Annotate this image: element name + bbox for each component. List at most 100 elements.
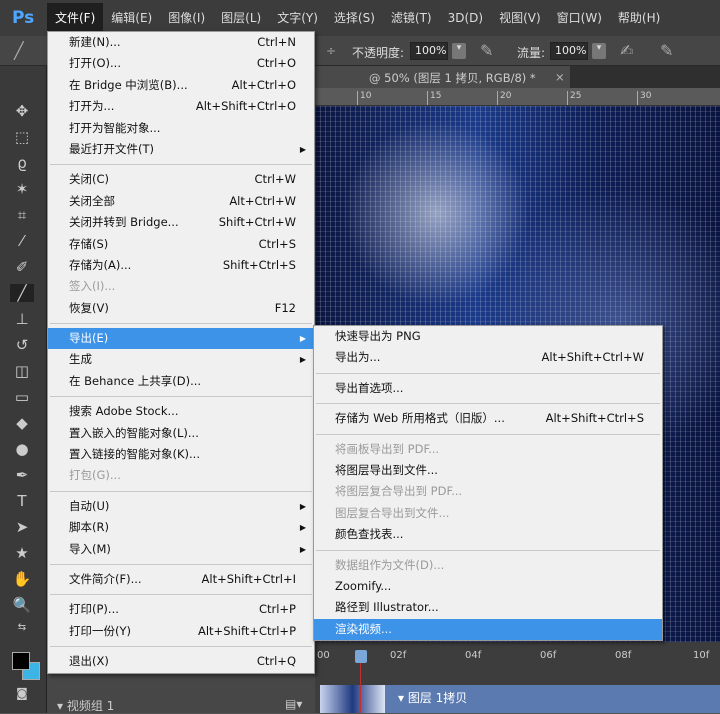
menu-9[interactable]: 窗口(W) (549, 3, 610, 33)
menu-item[interactable]: 存储为 Web 所用格式（旧版）... Alt+Shift+Ctrl+S (314, 408, 662, 429)
menu-separator (48, 319, 314, 328)
menu-item[interactable]: 路径到 Illustrator... (314, 597, 662, 618)
menu-item[interactable]: 打开为... Alt+Shift+Ctrl+O (48, 96, 314, 117)
menu-2[interactable]: 图像(I) (160, 3, 213, 33)
timeline-layers-panel: ▾ 视频组 1 ▤▾ (47, 672, 315, 713)
stamp-tool-icon[interactable]: ⊥ (10, 310, 34, 328)
menu-item: 将图层复合导出到 PDF... (314, 481, 662, 502)
menu-item[interactable]: 恢复(V) F12 (48, 298, 314, 319)
menu-7[interactable]: 3D(D) (440, 3, 491, 33)
airbrush-icon[interactable]: ✍ (620, 41, 633, 60)
pressure-size-icon[interactable]: ✎ (660, 41, 673, 60)
menu-item[interactable]: 退出(X) Ctrl+Q (48, 651, 314, 672)
crop-tool-icon[interactable]: ⌗ (10, 206, 34, 224)
menu-item-label: 将图层导出到文件... (335, 462, 438, 477)
marquee-tool-icon[interactable]: ⬚ (10, 128, 34, 146)
type-tool-icon[interactable]: T (10, 492, 34, 510)
close-icon[interactable]: × (555, 70, 565, 84)
menu-separator (314, 369, 662, 378)
menu-item[interactable]: 关闭并转到 Bridge... Shift+Ctrl+W (48, 212, 314, 233)
menu-6[interactable]: 滤镜(T) (383, 3, 440, 33)
menu-item[interactable]: 在 Bridge 中浏览(B)... Alt+Ctrl+O (48, 75, 314, 96)
menu-item[interactable]: 打印一份(Y) Alt+Shift+Ctrl+P (48, 621, 314, 642)
menu-item[interactable]: 搜索 Adobe Stock... (48, 401, 314, 422)
menu-item[interactable]: 生成 ▶ (48, 349, 314, 370)
pen-tool-icon[interactable]: ✒ (10, 466, 34, 484)
menu-item[interactable]: 导出为... Alt+Shift+Ctrl+W (314, 347, 662, 368)
playhead-handle[interactable] (355, 650, 367, 663)
dodge-tool-icon[interactable]: ● (10, 440, 34, 458)
menu-item[interactable]: 颜色查找表... (314, 524, 662, 545)
menu-item[interactable]: 置入链接的智能对象(K)... (48, 444, 314, 465)
brush-icon[interactable]: ╱ (14, 41, 24, 60)
opacity-input[interactable]: 100% (410, 42, 448, 60)
menu-item[interactable]: 导出(E) ▶ (48, 328, 314, 350)
path-select-icon[interactable]: ➤ (10, 518, 34, 536)
menu-item[interactable]: 脚本(R) ▶ (48, 517, 314, 538)
menu-0[interactable]: 文件(F) (47, 3, 104, 33)
healing-brush-icon[interactable]: ✐ (10, 258, 34, 276)
magic-wand-icon[interactable]: ✶ (10, 180, 34, 198)
menu-item-label: 关闭并转到 Bridge... (69, 215, 179, 230)
mode-stepper-icon[interactable]: ÷ (326, 44, 336, 58)
menu-item[interactable]: 文件简介(F)... Alt+Shift+Ctrl+I (48, 569, 314, 590)
menu-item[interactable]: 在 Behance 上共享(D)... (48, 371, 314, 392)
menu-5[interactable]: 选择(S) (326, 3, 383, 33)
pressure-opacity-icon[interactable]: ✎ (480, 41, 493, 60)
menu-item-label: 恢复(V) (69, 300, 109, 315)
menu-1[interactable]: 编辑(E) (103, 3, 160, 33)
swap-colors-icon[interactable]: ⇆ (10, 622, 34, 633)
video-group-label[interactable]: ▾ 视频组 1 (57, 697, 114, 714)
menu-item: 图层复合导出到文件... (314, 503, 662, 524)
history-brush-icon[interactable]: ↺ (10, 336, 34, 354)
menu-item[interactable]: 存储(S) Ctrl+S (48, 234, 314, 255)
foreground-color-swatch[interactable] (12, 652, 30, 670)
menu-3[interactable]: 图层(L) (213, 3, 269, 33)
shape-tool-icon[interactable]: ★ (10, 544, 34, 562)
menu-item[interactable]: 打开为智能对象... (48, 118, 314, 139)
lasso-tool-icon[interactable]: ϱ (10, 154, 34, 172)
eyedropper-icon[interactable]: ⁄ (10, 232, 34, 250)
menu-item[interactable]: 新建(N)... Ctrl+N (48, 32, 314, 53)
menu-item[interactable]: 渲染视频... (314, 618, 662, 641)
menu-item[interactable]: 快速导出为 PNG (314, 326, 662, 347)
menu-item[interactable]: 最近打开文件(T) ▶ (48, 139, 314, 160)
flow-dropdown-icon[interactable]: ▾ (592, 43, 606, 59)
hand-tool-icon[interactable]: ✋ (10, 570, 34, 588)
menu-item[interactable]: 将图层导出到文件... (314, 460, 662, 481)
menu-4[interactable]: 文字(Y) (269, 3, 326, 33)
menu-item-label: 导出(E) (69, 331, 109, 346)
menu-item[interactable]: 关闭(C) Ctrl+W (48, 169, 314, 190)
timeline-tick: 06f (540, 650, 557, 661)
menu-10[interactable]: 帮助(H) (610, 3, 668, 33)
tools-panel: ✥ ⬚ ϱ ✶ ⌗ ⁄ ✐ ╱ ⊥ ↺ ◫ ▭ ◆ ● ✒ T ➤ ★ ✋ 🔍 … (0, 66, 47, 713)
quick-mask-icon[interactable]: ◙ (10, 686, 34, 700)
blur-tool-icon[interactable]: ◆ (10, 414, 34, 432)
menu-item-label: 存储为(A)... (69, 257, 132, 272)
document-tab[interactable]: @ 50% (图层 1 拷贝, RGB/8) * × (315, 66, 570, 88)
menu-item[interactable]: 打开(O)... Ctrl+O (48, 53, 314, 74)
layer-thumbnail (320, 685, 385, 713)
move-tool-icon[interactable]: ✥ (10, 102, 34, 120)
flow-input[interactable]: 100% (550, 42, 588, 60)
menu-item[interactable]: 导入(M) ▶ (48, 539, 314, 560)
menu-item[interactable]: Zoomify... (314, 576, 662, 597)
menu-separator (48, 560, 314, 569)
menu-item[interactable]: 导出首选项... (314, 378, 662, 399)
ruler-label: 20 (497, 91, 511, 105)
submenu-arrow-icon: ▶ (299, 355, 306, 365)
menu-item[interactable]: 置入嵌入的智能对象(L)... (48, 423, 314, 444)
menu-8[interactable]: 视图(V) (491, 3, 549, 33)
menu-item[interactable]: 存储为(A)... Shift+Ctrl+S (48, 255, 314, 276)
film-icon[interactable]: ▤▾ (285, 697, 302, 711)
menu-item-shortcut: Ctrl+S (258, 236, 296, 251)
menu-item-label: 打开(O)... (69, 56, 121, 71)
menu-item[interactable]: 关闭全部 Alt+Ctrl+W (48, 191, 314, 212)
opacity-dropdown-icon[interactable]: ▾ (452, 43, 466, 59)
brush-tool-icon[interactable]: ╱ (10, 284, 34, 302)
menu-item[interactable]: 自动(U) ▶ (48, 496, 314, 517)
zoom-tool-icon[interactable]: 🔍 (10, 596, 34, 614)
gradient-tool-icon[interactable]: ▭ (10, 388, 34, 406)
eraser-icon[interactable]: ◫ (10, 362, 34, 380)
menu-item[interactable]: 打印(P)... Ctrl+P (48, 599, 314, 620)
